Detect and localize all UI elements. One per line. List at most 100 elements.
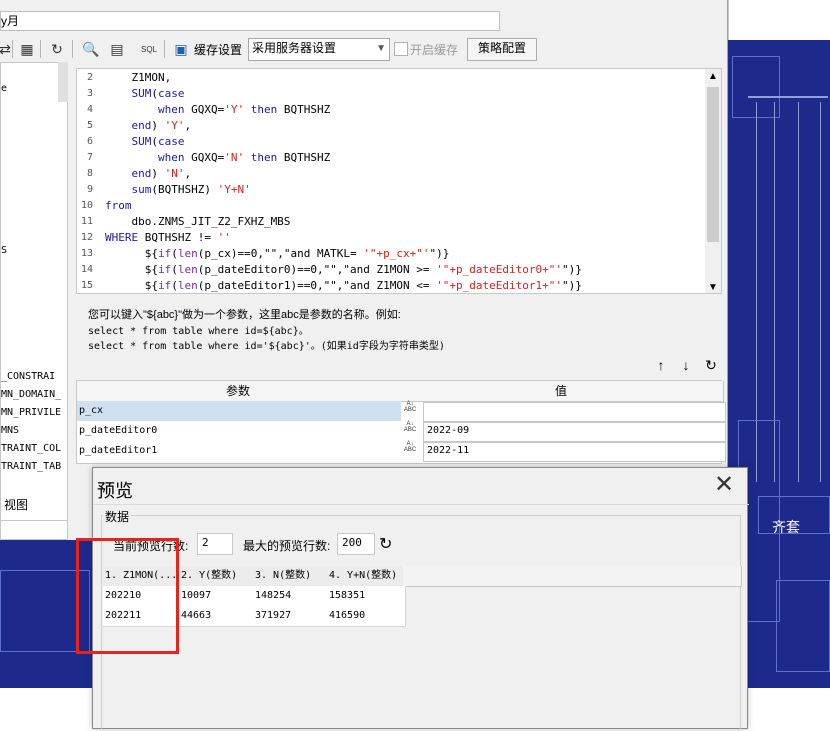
code-line[interactable]: ${if(len(p_cx)==0,"","and MATKL= '"+p_cx… <box>105 247 450 260</box>
scroll-up-icon[interactable]: ▲ <box>708 71 718 82</box>
line-number: 3 <box>86 88 93 99</box>
tree-item[interactable]: _CONSTRAI <box>1 371 65 382</box>
view-label: 视图 <box>4 498 29 512</box>
refresh-icon[interactable]: ↻ <box>46 38 68 60</box>
line-number: 10 <box>80 200 93 211</box>
param-value-input[interactable]: 2022-09 <box>423 422 726 442</box>
line-number: 2 <box>86 72 93 83</box>
enable-cache-label: 开启缓存 <box>410 43 459 57</box>
move-down-icon[interactable]: ↓ <box>677 356 695 374</box>
code-line[interactable]: ${if(len(p_dateEditor0)==0,"","and Z1MON… <box>105 263 582 276</box>
swap-icon[interactable]: ⇄ <box>0 38 16 60</box>
line-number: 15 <box>80 280 93 291</box>
editor-scrollbar[interactable]: ▲ ▼ <box>705 69 721 293</box>
code-line[interactable]: WHERE BQTHSHZ != '' <box>105 231 231 244</box>
save-icon[interactable]: ▤ <box>106 38 128 60</box>
code-line[interactable]: end) 'Y', <box>105 119 192 132</box>
param-name-header: 参数 <box>77 381 400 402</box>
line-number: 13 <box>80 248 93 259</box>
code-line[interactable]: ${if(len(p_dateEditor1)==0,"","and Z1MON… <box>105 279 582 292</box>
line-number: 14 <box>80 264 93 275</box>
tree-item[interactable]: e <box>1 83 65 94</box>
scroll-thumb[interactable] <box>707 87 719 242</box>
line-number: 7 <box>86 152 93 163</box>
param-name[interactable]: p_dateEditor0 <box>77 421 401 441</box>
code-line[interactable]: SUM(case <box>105 135 185 148</box>
table-cell: 148254 <box>253 586 330 607</box>
tree-item[interactable]: MN_DOMAIN_ <box>1 389 65 400</box>
tree-scrollbar[interactable] <box>58 62 68 102</box>
param-value-input[interactable] <box>423 402 726 422</box>
param-name[interactable]: p_dateEditor1 <box>77 441 401 461</box>
highlight-box <box>76 538 179 654</box>
strategy-config-button[interactable]: 策略配置 <box>467 38 537 61</box>
max-rows-input[interactable]: 200 <box>337 533 375 555</box>
code-line[interactable]: Z1MON, <box>105 71 171 84</box>
line-number: 9 <box>86 184 93 195</box>
toolbar: ⇄ ▦ ↻ 🔍 ▤ SQL ▣ 缓存设置 采用服务器设置 ▼ 开启缓存 策略配置 <box>0 36 728 62</box>
table-row[interactable]: p_dateEditor1 A↓ ABC 2022-11 <box>77 441 726 462</box>
code-line[interactable]: end) 'N', <box>105 167 192 180</box>
column-header[interactable]: 4. Y+N(整数) <box>327 566 406 587</box>
refresh-params-icon[interactable]: ↻ <box>702 356 720 374</box>
params-table: 参数 值 p_cx A↓ ABC p_dateEditor0 A↓ ABC 2022… <box>76 380 726 464</box>
column-header[interactable]: 2. Y(整数) <box>179 566 256 587</box>
line-number-gutter: 2 3 4 5 6 7 8 9 10 11 12 13 14 15 <box>77 69 99 293</box>
scroll-down-icon[interactable]: ▼ <box>708 282 718 293</box>
abc-type-icon[interactable]: A↓ ABC <box>399 441 421 461</box>
param-hint-example-2: select * from table where id='${abc}'。(如… <box>88 341 445 352</box>
preview-dialog: 预览 ✕ 数据 当前预览行数: 2 最大的预览行数: 200 ↻ 1. Z1MO… <box>92 467 749 731</box>
cache-settings-label: 缓存设置 <box>194 43 243 57</box>
table-cell: 371927 <box>253 606 330 627</box>
preview-icon[interactable]: 🔍 <box>80 38 102 60</box>
sql-editor[interactable]: 2 3 4 5 6 7 8 9 10 11 12 13 14 15 Z1MON, SUM(case whe… <box>76 68 722 294</box>
move-up-icon[interactable]: ↑ <box>652 356 670 374</box>
column-header[interactable]: 3. N(整数) <box>253 566 330 587</box>
preview-result-table: 1. Z1MON(... 2. Y(整数) 3. N(整数) 4. Y+N(整数… <box>103 566 742 627</box>
refresh-preview-icon[interactable]: ↻ <box>379 534 392 554</box>
param-value-header: 值 <box>399 381 724 402</box>
code-line[interactable]: when GQXQ='N' then BQTHSHZ <box>105 151 330 164</box>
table-icon[interactable]: ▦ <box>16 38 38 60</box>
tree-item[interactable]: MNS <box>1 425 65 436</box>
background-label: 齐套 <box>772 519 800 535</box>
abc-type-icon[interactable]: A↓ ABC <box>399 421 421 441</box>
table-cell: 44663 <box>179 606 256 627</box>
cache-select-value: 采用服务器设置 <box>252 41 337 55</box>
tree-search-input[interactable] <box>0 520 68 540</box>
line-number: 5 <box>86 120 93 131</box>
line-number: 12 <box>80 232 93 243</box>
preview-title: 预览 <box>97 481 133 501</box>
max-rows-label: 最大的预览行数: <box>243 539 331 553</box>
cache-settings-select[interactable]: 采用服务器设置 ▼ <box>248 38 390 61</box>
code-line[interactable]: sum(BQTHSHZ) 'Y+N' <box>105 183 251 196</box>
dataset-dialog: y月 ⇄ ▦ ↻ 🔍 ▤ SQL ▣ 缓存设置 采用服务器设置 ▼ 开启缓存 策… <box>0 0 728 540</box>
code-line[interactable]: from <box>105 199 132 212</box>
table-cell: 10097 <box>179 586 256 607</box>
background-window-top <box>728 0 830 40</box>
table-cell: 158351 <box>327 586 406 607</box>
table-tree[interactable]: e S _CONSTRAI MN_DOMAIN_ MN_PRIVILE MNS … <box>0 62 68 522</box>
param-name[interactable]: p_cx <box>77 401 401 421</box>
code-line[interactable]: SUM(case <box>105 87 185 100</box>
code-line[interactable]: dbo.ZNMS_JIT_Z2_FXHZ_MBS <box>105 215 290 228</box>
dataset-name-input[interactable]: y月 <box>0 11 500 31</box>
db-icon[interactable]: ▣ <box>170 38 192 60</box>
abc-type-icon[interactable]: A↓ ABC <box>399 401 421 421</box>
line-number: 4 <box>86 104 93 115</box>
close-icon[interactable]: ✕ <box>711 472 737 498</box>
line-number: 8 <box>86 168 93 179</box>
current-rows-input[interactable]: 2 <box>197 533 233 555</box>
tree-item[interactable]: S <box>1 245 65 256</box>
tree-item[interactable]: TRAINT_TAB <box>1 461 65 472</box>
table-row[interactable]: p_dateEditor0 A↓ ABC 2022-09 <box>77 421 726 442</box>
enable-cache-checkbox[interactable] <box>394 42 408 56</box>
tree-item[interactable]: MN_PRIVILE <box>1 407 65 418</box>
param-hint-text: 您可以键入"${abc}"做为一个参数，这里abc是参数的名称。例如: <box>88 309 401 321</box>
param-hint-example-1: select * from table where id=${abc}。 <box>88 326 309 337</box>
code-line[interactable]: when GQXQ='Y' then BQTHSHZ <box>105 103 330 116</box>
table-row[interactable]: p_cx A↓ ABC <box>77 401 726 422</box>
sql-icon[interactable]: SQL <box>138 38 160 60</box>
param-value-input[interactable]: 2022-11 <box>423 442 726 462</box>
tree-item[interactable]: TRAINT_COL <box>1 443 65 454</box>
